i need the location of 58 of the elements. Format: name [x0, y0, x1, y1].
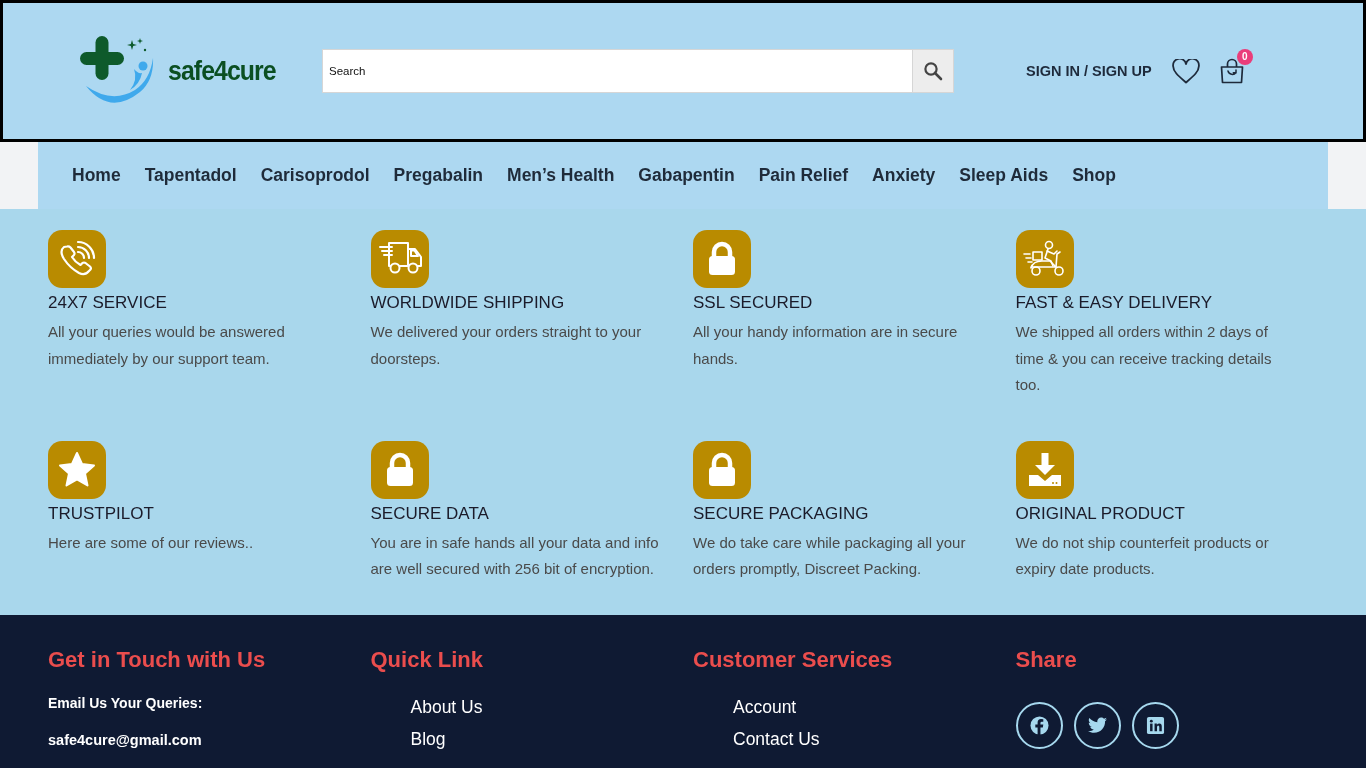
lock-icon	[693, 230, 751, 288]
logo-text: safe4cure	[168, 55, 276, 87]
share-button[interactable]	[1131, 702, 1179, 749]
bird-icon	[1087, 716, 1107, 735]
feature-description: We delivered your orders straight to your doorsteps.	[370, 322, 643, 369]
email-label: Email Us Your Queries:	[48, 695, 203, 712]
shopping-bag-icon[interactable]	[1218, 58, 1245, 84]
sign-in-link[interactable]: SIGN IN / SIGN UP	[1026, 63, 1152, 79]
nav-link[interactable]: Anxiety	[872, 165, 936, 186]
nav-link[interactable]: Pain Relief	[758, 165, 849, 186]
lock-icon	[693, 440, 751, 499]
feature-description: All your queries would be answered immediately by our support team.	[48, 322, 286, 369]
nav-link[interactable]: Pregabalin	[393, 165, 484, 186]
footer-link[interactable]: Blog	[410, 728, 446, 750]
heart-icon[interactable]	[1171, 58, 1200, 84]
search-button[interactable]	[912, 49, 954, 93]
feature-title: SSL SECURED	[693, 292, 813, 314]
feature-description: We do not ship counterfeit products or expiry date products.	[1015, 532, 1270, 579]
footer-link[interactable]: About Us	[410, 696, 483, 718]
facebook-icon	[1029, 716, 1049, 735]
footer-heading: Get in Touch with Us	[48, 647, 266, 673]
footer-link[interactable]: Contact Us	[733, 728, 820, 750]
nav-link[interactable]: Tapentadol	[144, 165, 237, 186]
lock-icon	[370, 440, 429, 499]
search-field[interactable]: Search	[322, 49, 912, 93]
feature-description: We shipped all orders within 2 days of time & you can receive tracking details too.	[1015, 322, 1273, 395]
cart-count: 0	[1236, 49, 1253, 65]
footer-heading: Quick Link	[370, 647, 483, 673]
nav-link[interactable]: Shop	[1072, 165, 1116, 186]
feature-title: FAST & EASY DELIVERY	[1015, 292, 1213, 314]
nav-link[interactable]: Gabapentin	[638, 165, 735, 186]
truck-icon	[370, 230, 429, 288]
feature-title: ORIGINAL PRODUCT	[1015, 502, 1185, 525]
feature-description: You are in safe hands all your data and info are well secured with 256 bit of encryption.	[370, 532, 660, 579]
email-link[interactable]: safe4cure@gmail.com	[48, 732, 202, 749]
nav-link[interactable]: Carisoprodol	[260, 165, 370, 186]
feature-title: WORLDWIDE SHIPPING	[370, 292, 565, 314]
feature-description: All your handy information are in secure hands.	[693, 322, 959, 369]
feature-title: SECURE PACKAGING	[693, 502, 869, 525]
share-button[interactable]	[1015, 702, 1063, 749]
scooter-icon	[1015, 230, 1074, 288]
linkedin-icon	[1145, 716, 1165, 735]
logo-icon	[80, 36, 155, 106]
phone-icon	[48, 230, 106, 288]
feature-title: 24X7 SERVICE	[48, 292, 167, 314]
footer-heading: Share	[1015, 647, 1077, 673]
feature-title: SECURE DATA	[370, 502, 489, 525]
search-icon	[923, 61, 943, 81]
nav-link[interactable]: Home	[72, 165, 121, 186]
nav-link[interactable]: Men’s Health	[507, 165, 615, 186]
footer-link[interactable]: Account	[733, 696, 797, 718]
share-button[interactable]	[1073, 702, 1121, 749]
feature-description: Here are some of our reviews..	[48, 532, 255, 553]
feature-description: We do take care while packaging all your orders promptly, Discreet Packing.	[693, 532, 967, 579]
download-icon	[1015, 440, 1074, 499]
nav-link[interactable]: Sleep Aids	[959, 165, 1049, 186]
feature-title: TRUSTPILOT	[48, 502, 154, 525]
footer-heading: Customer Services	[693, 647, 893, 673]
